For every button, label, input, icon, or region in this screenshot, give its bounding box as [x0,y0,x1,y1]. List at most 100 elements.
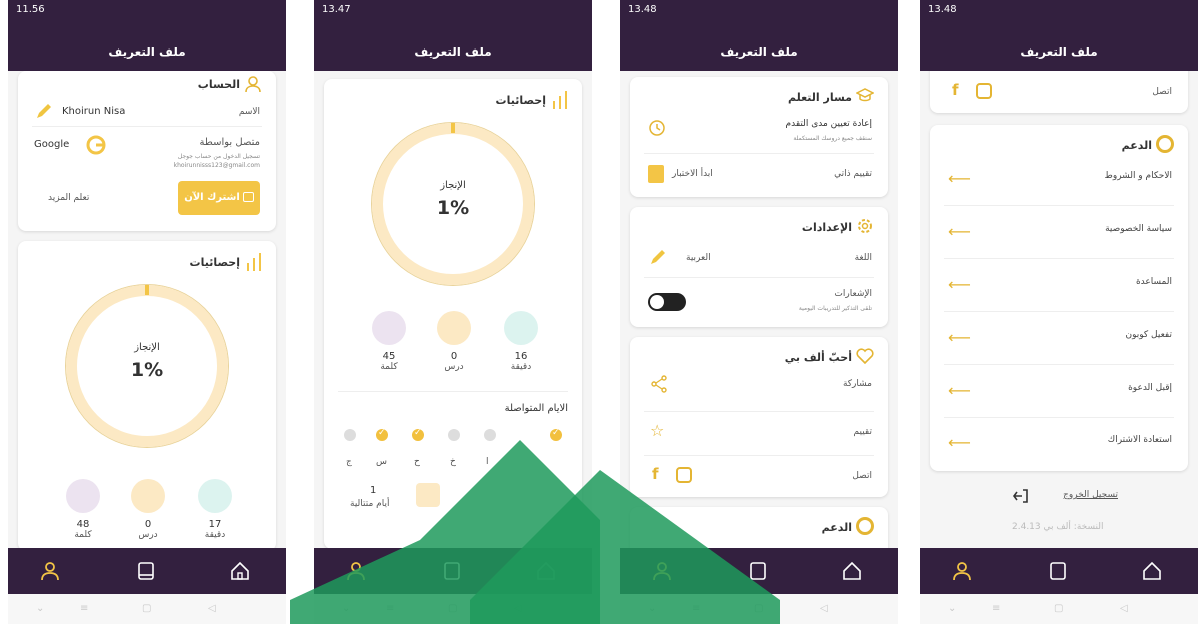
divider [644,455,874,456]
scroll-content[interactable]: اتصل f الدعم الاحكام و الشروط ⟵ سياسة الخ… [920,71,1198,548]
book-tab-icon[interactable] [1048,561,1068,581]
profile-tab-icon[interactable] [346,561,366,581]
home-tab-icon[interactable] [1142,561,1162,581]
screen-2: 13.47 ملف التعريف إحصائيات الإنجاز 1% 45… [314,0,592,624]
bottom-nav [314,548,592,594]
support-title: الدعم [821,521,852,534]
home-tab-icon[interactable] [842,561,862,581]
heart-icon [856,348,874,364]
status-time: 13.48 [628,4,657,15]
subscribe-button[interactable]: اشترك الآن [178,181,260,215]
bottom-nav [620,548,898,594]
calendar-icon [416,483,440,507]
connected-label: متصل بواسطة [199,137,260,148]
document-icon [66,479,100,513]
instagram-icon[interactable] [976,83,992,99]
home-tab-icon[interactable] [230,561,250,581]
support-card: الدعم [630,507,888,548]
day-dot [448,429,460,441]
learning-title: مسار التعلم [787,91,852,104]
timer-icon [504,311,538,345]
contact-item[interactable]: اتصل [1152,87,1172,97]
day-label: ا [486,457,489,467]
profile-tab-icon[interactable] [952,561,972,581]
arrow-left-icon: ⟵ [948,328,971,347]
graduation-cap-icon [131,479,165,513]
stat-lessons: 0 درس [123,479,173,540]
name-value: Khoirun Nisa [62,106,126,117]
contact-item[interactable]: اتصل [852,471,872,481]
bottom-nav [8,548,286,594]
system-nav: ⌄ ≡ ▢ ◁ [620,594,898,624]
bar-chart-icon [553,91,567,109]
divider [32,126,262,127]
book-tab-icon[interactable] [442,561,462,581]
day-dot [344,429,356,441]
divider [644,277,874,278]
stat-minutes: 16 دقيقة [496,311,546,372]
notifications-sub: تلقى التذكير للتدريبات اليومية [798,305,872,312]
system-nav: ⌄ ≡ ▢ ◁ [920,594,1198,624]
logout-icon [1013,489,1028,503]
logout-button[interactable]: تسجيل الخروج [1008,487,1118,507]
page-title: ملف التعريف [620,34,898,71]
book-tab-icon[interactable] [136,561,156,581]
support-item[interactable]: المساعدة ⟵ [930,259,1188,311]
language-value[interactable]: العربية [686,253,711,263]
achievement-value: 1% [436,197,470,219]
history-icon[interactable] [648,119,666,137]
reset-progress-title[interactable]: إعادة تعيين مدى التقدم [786,119,872,129]
stats-card: إحصائيات الإنجاز 1% 45 كلمة 0 درس 16 دقيقة … [324,79,582,548]
arrow-left-icon: ⟵ [948,381,971,400]
share-icon[interactable] [650,375,668,393]
start-test-link[interactable]: ابدأ الاختبار [672,169,713,179]
learn-more-link[interactable]: تعلم المزيد [48,193,89,203]
edit-pencil-icon[interactable] [648,247,668,267]
day-label: ج [346,457,352,467]
love-title: أحبّ ألف بي [784,351,852,364]
notifications-toggle[interactable] [648,293,686,311]
support-item[interactable]: الاحكام و الشروط ⟵ [930,153,1188,205]
facebook-icon[interactable]: f [652,465,659,483]
status-time: 13.47 [322,4,351,15]
facebook-icon[interactable]: f [952,81,959,99]
achievement-ring: الإنجاز 1% [66,285,228,447]
scroll-content[interactable]: مسار التعلم إعادة تعيين مدى التقدم سنقف … [620,71,898,548]
arrow-left-icon: ⟵ [948,222,971,241]
stats-card: إحصائيات الإنجاز 1% 48 كلمة 0 درس 17 دقيقة [18,241,276,548]
support-item[interactable]: سياسة الخصوصية ⟵ [930,206,1188,258]
support-item[interactable]: إقبل الدعوة ⟵ [930,365,1188,417]
book-tab-icon[interactable] [748,561,768,581]
rate-item[interactable]: تقييم [854,427,872,437]
instagram-icon[interactable] [676,467,692,483]
progress-tick [145,285,149,295]
self-assessment: تقييم ذاتي [834,169,872,179]
lifebuoy-icon [856,517,874,535]
scroll-content[interactable]: الحساب الاسم Khoirun Nisa متصل بواسطة تس… [8,71,286,548]
google-icon [86,135,106,155]
day-dot-done [376,428,388,441]
support-item[interactable]: استعادة الاشتراك ⟵ [930,417,1188,469]
profile-tab-icon[interactable] [652,561,672,581]
stat-lessons: 0 درس [429,311,479,372]
divider [338,391,568,392]
achievement-label: الإنجاز [134,342,160,353]
graduation-cap-icon [437,311,471,345]
profile-tab-icon[interactable] [40,561,60,581]
stat-words: 48 كلمة [58,479,108,540]
logout-label: تسجيل الخروج [1063,490,1118,500]
scroll-content[interactable]: إحصائيات الإنجاز 1% 45 كلمة 0 درس 16 دقيقة … [314,71,592,548]
settings-card: الإعدادات اللغة العربية الإشعارات تلقى ا… [630,207,888,327]
progress-tick [451,123,455,133]
support-item[interactable]: تفعيل كوبون ⟵ [930,312,1188,364]
share-item[interactable]: مشاركة [843,379,872,389]
timer-icon [198,479,232,513]
home-tab-icon[interactable] [536,561,556,581]
crown-icon [242,192,254,202]
account-email: khoirunnisss123@gmail.com [173,162,260,169]
star-icon[interactable]: ☆ [650,421,664,440]
contact-card: اتصل f [930,71,1188,113]
love-card: أحبّ ألف بي مشاركة تقييم ☆ اتصل f [630,337,888,497]
language-label: اللغة [854,253,872,263]
edit-pencil-icon[interactable] [34,101,54,121]
